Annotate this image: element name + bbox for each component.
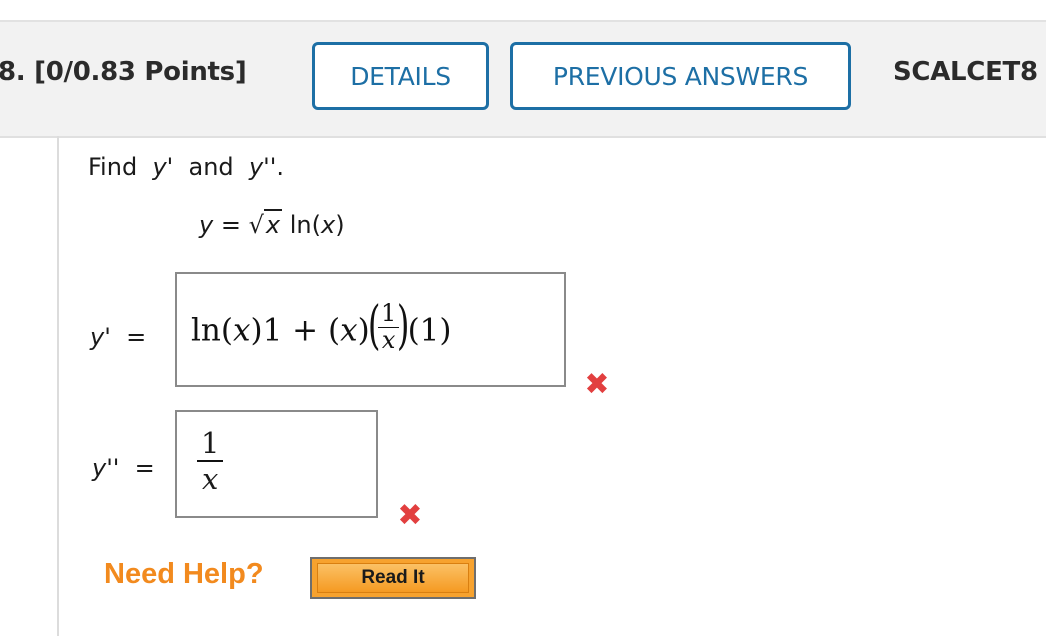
y-double-prime-answer-box[interactable]: 1x	[175, 410, 378, 518]
need-help-label: Need Help?	[104, 558, 264, 590]
prompt-period: .	[276, 153, 284, 181]
ln-argument: x	[320, 211, 336, 239]
resp1-open: (	[220, 312, 233, 349]
y-double-prime-label: y'' =	[92, 454, 155, 482]
sqrt-symbol: √	[248, 211, 264, 239]
given-equation: y = √x ln(x)	[199, 209, 345, 239]
prompt-and: and	[188, 153, 234, 181]
ln-close: )	[335, 211, 345, 239]
resp1-mid: )1 + (	[250, 312, 341, 349]
y-prime-answer-box[interactable]: ln(x)1 + (x)(1 x)(1)	[175, 272, 566, 387]
resp1-ln: ln	[191, 312, 221, 349]
equation-lhs: y	[199, 211, 214, 239]
resp1-tail: (1)	[407, 312, 452, 349]
prompt-find: Find	[88, 153, 138, 181]
ln-open: ln(	[289, 211, 321, 239]
previous-answers-button[interactable]: PREVIOUS ANSWERS	[510, 42, 851, 110]
source-code: SCALCET8	[893, 57, 1038, 87]
equation-equals: =	[220, 211, 241, 239]
right-big-paren: )	[397, 296, 410, 356]
resp1-var2: x	[340, 312, 358, 349]
details-button[interactable]: DETAILS	[312, 42, 489, 110]
y-prime-label: y' =	[90, 323, 146, 351]
incorrect-icon: ✖	[397, 498, 423, 533]
question-body-border	[57, 136, 59, 636]
question-number: 8.	[0, 57, 26, 87]
y-double-prime-response: 1x	[197, 426, 224, 496]
y-prime-response: ln(x)1 + (x)(1 x)(1)	[191, 300, 452, 358]
y-prime-equals: =	[126, 323, 147, 351]
resp2-frac-num: 1	[201, 426, 220, 460]
y-prime-symbol: y'	[90, 323, 111, 351]
question-points: [0/0.83 Points]	[34, 57, 247, 87]
sqrt-expression: √x	[248, 209, 283, 239]
prompt-y-double-prime: y''	[248, 153, 277, 181]
resp2-frac-den: x	[197, 460, 224, 496]
problem-prompt: Find y' and y''.	[88, 153, 284, 181]
y-double-prime-equals: =	[134, 454, 155, 482]
sqrt-radicand: x	[263, 209, 283, 239]
resp1-var: x	[233, 312, 251, 349]
read-it-label: Read It	[317, 563, 469, 593]
read-it-button[interactable]: Read It	[310, 557, 476, 599]
prompt-y-prime: y'	[152, 153, 174, 181]
incorrect-icon: ✖	[584, 367, 610, 402]
question-title: 8. [0/0.83 Points]	[0, 57, 247, 87]
y-double-prime-symbol: y''	[92, 454, 120, 482]
